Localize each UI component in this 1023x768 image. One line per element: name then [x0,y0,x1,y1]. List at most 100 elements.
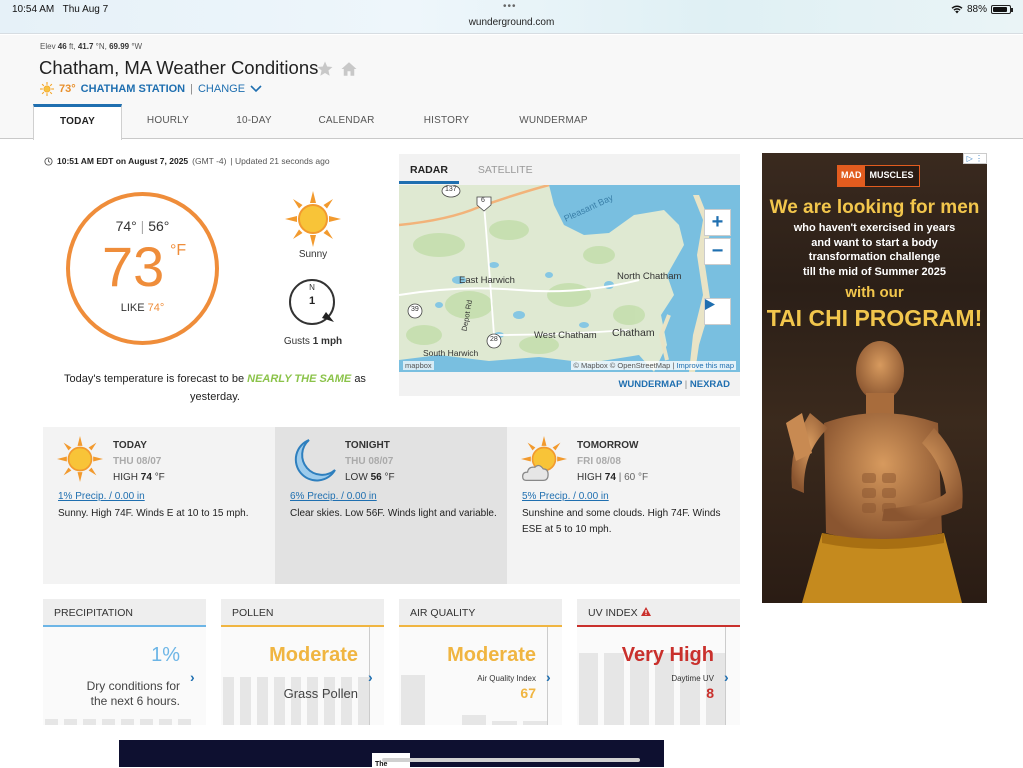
ad-figure-image [786,341,963,603]
tile-title: PRECIPITATION [43,599,206,627]
pollen-tile[interactable]: POLLEN Moderate Grass Pollen › [221,599,384,725]
zoom-out-button[interactable]: − [704,238,731,265]
advertisement[interactable]: ▷ ⋮ MAD MUSCLES We are looking for men wh… [762,153,987,603]
period-label: TODAY [113,440,147,451]
east-harwich-label: East Harwich [459,275,515,286]
radar-widget: RADAR SATELLITE 137 6 39 28 Pleasant Bay… [399,154,740,396]
moon-icon [294,439,336,482]
period-temp: HIGH 74 °F [113,472,165,483]
ad-logo: MAD MUSCLES [837,165,920,187]
station-name[interactable]: CHATHAM STATION [81,83,185,95]
favorite-star-icon[interactable] [316,60,334,78]
zoom-in-button[interactable]: + [704,209,731,236]
forecast-tomorrow[interactable]: TOMORROW FRI 08/08 HIGH 74 | 60 °F 5% Pr… [507,427,739,584]
tab-calendar[interactable]: CALENDAR [294,104,399,139]
change-station-link[interactable]: CHANGE [198,83,245,95]
period-label: TOMORROW [577,440,639,451]
tile-bars [43,715,191,725]
mapbox-logo[interactable]: mapbox [403,361,434,370]
tile-title: AIR QUALITY [399,599,562,627]
precip-link[interactable]: 1% Precip. / 0.00 in [58,491,145,502]
ad-headline: We are looking for men [769,197,980,218]
pollen-type: Grass Pollen [283,686,358,701]
battery-percent: 88% [966,4,987,15]
updated-timestamp: 10:51 AM EDT on August 7, 2025 (GMT -4) … [44,156,330,166]
radar-links: WUNDERMAP | NEXRAD [618,379,730,390]
hi-lo-temps: 74° | 56° [115,218,170,234]
location-header: Elev 46 ft, 41.7 °N, 69.99 °W Chatham, M… [0,35,1023,140]
tab-10-day[interactable]: 10-DAY [214,104,294,139]
precipitation-tile[interactable]: PRECIPITATION 1% Dry conditions for the … [43,599,206,725]
tab-history[interactable]: HISTORY [399,104,494,139]
period-temp: LOW 56 °F [345,472,395,483]
period-date: THU 08/07 [345,456,394,467]
tab-hourly[interactable]: HOURLY [122,104,214,139]
wundermap-link[interactable]: WUNDERMAP [618,379,682,390]
temp-unit: °F [170,242,187,259]
partly-cloudy-icon [521,436,567,481]
precip-link[interactable]: 5% Precip. / 0.00 in [522,491,609,502]
route-6-label: 6 [481,197,485,204]
play-icon [705,299,715,310]
south-harwich-label: South Harwich [423,348,479,358]
wifi-icon [951,5,963,14]
pollen-value: Moderate [269,644,358,666]
improve-map-link[interactable]: Improve this map [676,361,734,370]
uv-label: Daytime UV [671,674,714,683]
url-bar[interactable]: wunderground.com [0,17,1023,28]
aqi-label: Air Quality Index [477,674,536,683]
forecast-comparison-note: Today's temperature is forecast to be NE… [64,373,366,403]
warning-icon [640,607,651,616]
ad-program: TAI CHI PROGRAM! [766,305,983,331]
current-temp-gauge: 74° | 56° 73 °F LIKE 74° [66,192,219,345]
browser-status-bar: 10:54 AM Thu Aug 7 ••• wunderground.com … [0,0,1023,34]
period-description: Sunny. High 74F. Winds E at 10 to 15 mph… [58,508,249,519]
nexrad-link[interactable]: NEXRAD [690,379,730,390]
tab-wundermap[interactable]: WUNDERMAP [494,104,613,139]
battery-icon [991,5,1013,14]
tile-title: UV INDEX [577,599,740,627]
chevron-right-icon[interactable]: › [368,669,378,685]
period-date: FRI 08/08 [577,456,621,467]
play-animation-button[interactable] [704,298,731,325]
uv-value: 8 [706,685,714,701]
tab-satellite[interactable]: SATELLITE [467,154,544,184]
nav-tabs: TODAY HOURLY 10-DAY CALENDAR HISTORY WUN… [33,104,613,140]
station-row: 73° CHATHAM STATION | CHANGE [40,82,262,96]
air-quality-tile[interactable]: AIR QUALITY Moderate Air Quality Index 6… [399,599,562,725]
sunny-icon [285,191,341,247]
more-dots-icon[interactable]: ••• [503,1,517,12]
station-sep: | [190,83,193,95]
ad-body: who haven't exercised in years and want t… [793,222,956,278]
title-actions [316,60,358,78]
home-icon[interactable] [340,60,358,78]
chatham-label: Chatham [612,327,655,339]
chevron-down-icon[interactable] [250,85,262,93]
period-description: Clear skies. Low 56F. Winds light and va… [290,508,497,519]
west-chatham-label: West Chatham [534,330,597,341]
page-title: Chatham, MA Weather Conditions [39,57,319,78]
precip-link[interactable]: 6% Precip. / 0.00 in [290,491,377,502]
radar-map[interactable]: 137 6 39 28 Pleasant Bay North Chatham E… [399,185,740,372]
period-description: Sunshine and some clouds. High 74F. Wind… [522,508,721,535]
forecast-tonight[interactable]: TONIGHT THU 08/07 LOW 56 °F 6% Precip. /… [275,427,507,584]
chevron-right-icon[interactable]: › [546,669,556,685]
tab-radar[interactable]: RADAR [399,154,459,184]
chevron-right-icon[interactable]: › [724,669,734,685]
ad-with: with our [845,284,904,301]
radar-tabs: RADAR SATELLITE [399,154,740,184]
home-indicator[interactable] [382,758,640,762]
forecast-today[interactable]: TODAY THU 08/07 HIGH 74 °F 1% Precip. / … [43,427,275,584]
sunny-icon [57,436,103,482]
clock-icon [44,156,53,166]
ad-choices-icon[interactable]: ▷ ⋮ [962,153,987,164]
tab-today[interactable]: TODAY [33,104,122,140]
uv-category: Very High [621,644,714,666]
period-temp: HIGH 74 | 60 °F [577,472,649,483]
sun-small-icon [40,82,54,96]
tile-bars [221,677,370,725]
bottom-banner-ad[interactable]: The [119,740,664,768]
route-39-label: 39 [411,306,419,313]
uv-index-tile[interactable]: UV INDEX Very High Daytime UV 8 › [577,599,740,725]
chevron-right-icon[interactable]: › [190,669,200,685]
